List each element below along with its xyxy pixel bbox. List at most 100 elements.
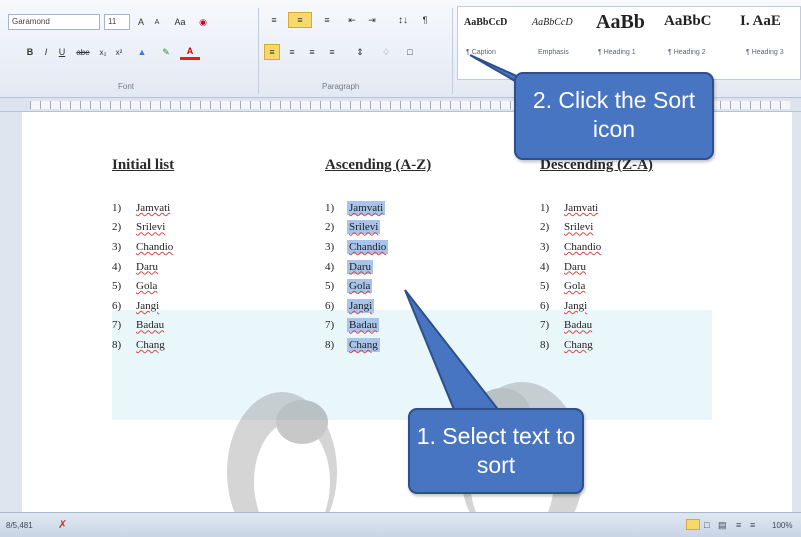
list-item[interactable]: 5) Gola [112, 276, 175, 296]
change-case-button[interactable]: Aa [170, 14, 190, 30]
underline-button[interactable]: U [56, 44, 68, 60]
list-item[interactable]: 4) Daru [325, 257, 431, 277]
list-item-text[interactable]: Gola [134, 279, 159, 293]
document-page[interactable]: Initial list 1) Jamvati 2) Srilevi 3) Chandio… [22, 112, 792, 512]
full-screen-icon[interactable]: □ [704, 520, 709, 530]
list-item-text[interactable]: Srilevi [134, 220, 167, 234]
list-item[interactable]: 1) Jamvati [112, 198, 175, 218]
bold-button[interactable]: B [24, 44, 36, 60]
clear-format-icon[interactable]: ◉ [196, 14, 210, 30]
style-preview-emphasis[interactable]: AaBbCcD [532, 17, 573, 28]
list-item[interactable]: 6) Jangi [112, 296, 175, 316]
callout-text: 1. Select text to sort [416, 423, 576, 478]
list-item-text[interactable]: Jamvati [562, 201, 600, 215]
list-item-text[interactable]: Daru [134, 260, 160, 274]
list-item[interactable]: 3) Chandio [325, 237, 431, 257]
sort-icon[interactable]: ↕↓ [392, 12, 414, 28]
grow-font-button[interactable]: A [134, 14, 148, 30]
borders-icon[interactable]: □ [400, 44, 420, 60]
style-preview-heading1[interactable]: AaBb [596, 11, 645, 34]
shading-icon[interactable]: ♢ [376, 44, 396, 60]
style-preview-heading3[interactable]: I. AaE [740, 13, 781, 30]
list-item-text[interactable]: Chandio [347, 239, 389, 254]
list-item-text[interactable]: Chang [562, 338, 595, 352]
zoom-level[interactable]: 100% [772, 521, 792, 530]
justify-icon[interactable]: ≡ [324, 44, 340, 60]
list-item-text[interactable]: Gola [562, 279, 587, 293]
list-item-text[interactable]: Chang [134, 338, 167, 352]
list-item-text[interactable]: Srilevi [347, 220, 381, 235]
italic-button[interactable]: I [40, 44, 52, 60]
list-item[interactable]: 3) Chandio [112, 237, 175, 257]
strikethrough-button[interactable]: abe [74, 44, 92, 60]
list-item[interactable]: 6) Jangi [325, 296, 431, 316]
font-name-box[interactable]: Garamond [8, 14, 100, 30]
list-item[interactable]: 4) Daru [540, 257, 653, 277]
list-number: 7) [325, 319, 335, 332]
list-item-text[interactable]: Jamvati [347, 200, 386, 215]
list-item-text[interactable]: Jangi [134, 299, 161, 313]
align-right-icon[interactable]: ≡ [304, 44, 320, 60]
decrease-indent-icon[interactable]: ⇤ [344, 12, 360, 28]
list-item[interactable]: 6) Jangi [540, 296, 653, 316]
multilevel-list-icon[interactable]: ≡ [316, 12, 338, 28]
list-item[interactable]: 2) Srilevi [325, 218, 431, 238]
draft-icon[interactable]: ≡ [750, 520, 755, 530]
proofing-icon[interactable]: ✗ [58, 518, 67, 531]
list-item-text[interactable]: Jamvati [134, 201, 172, 215]
list-item[interactable]: 5) Gola [325, 276, 431, 296]
print-layout-icon[interactable] [686, 519, 700, 530]
style-preview-heading2[interactable]: AaBbC [664, 13, 712, 30]
list-number: 3) [112, 240, 122, 253]
list-item[interactable]: 8) Chang [112, 335, 175, 355]
word-count[interactable]: 8/5,481 [6, 521, 33, 530]
list-item-text[interactable]: Jangi [347, 298, 375, 313]
list-item[interactable]: 7) Badau [540, 316, 653, 336]
list-item-text[interactable]: Badau [347, 318, 380, 333]
list-item[interactable]: 1) Jamvati [325, 198, 431, 218]
highlight-color-icon[interactable]: ✎ [156, 44, 176, 60]
list-item-text[interactable]: Daru [347, 259, 373, 274]
increase-indent-icon[interactable]: ⇥ [364, 12, 380, 28]
styles-gallery[interactable]: AaBbCcD ¶ Caption AaBbCcD Emphasis AaBb … [457, 6, 801, 80]
list-item[interactable]: 8) Chang [540, 335, 653, 355]
list-item[interactable]: 7) Badau [325, 316, 431, 336]
list-item-text[interactable]: Daru [562, 260, 588, 274]
font-size-box[interactable]: 11 [104, 14, 130, 30]
line-spacing-icon[interactable]: ⇕ [350, 44, 370, 60]
web-layout-icon[interactable]: ▤ [718, 520, 727, 531]
numbered-list: 1) Jamvati 2) Srilevi 3) Chandio 4) Daru 5) Gola 6… [112, 198, 175, 355]
list-item-text[interactable]: Chandio [134, 240, 175, 254]
shrink-font-button[interactable]: A [150, 14, 164, 30]
font-color-button[interactable]: A [180, 44, 200, 60]
align-left-icon[interactable]: ≡ [264, 44, 280, 60]
list-item[interactable]: 3) Chandio [540, 237, 653, 257]
list-item-text[interactable]: Jangi [562, 299, 589, 313]
list-item-text[interactable]: Srilevi [562, 220, 595, 234]
superscript-button[interactable]: x² [112, 44, 126, 60]
list-item-text[interactable]: Badau [134, 318, 166, 332]
list-item-text[interactable]: Chandio [562, 240, 603, 254]
style-name-heading3: ¶ Heading 3 [746, 49, 784, 56]
align-center-icon[interactable]: ≡ [284, 44, 300, 60]
list-item[interactable]: 1) Jamvati [540, 198, 653, 218]
numbering-icon[interactable]: ≡ [288, 12, 312, 28]
bullets-icon[interactable]: ≡ [264, 12, 284, 28]
list-item[interactable]: 2) Srilevi [112, 218, 175, 238]
subscript-button[interactable]: x₂ [96, 44, 110, 60]
style-preview-caption[interactable]: AaBbCcD [464, 17, 507, 28]
list-item[interactable]: 4) Daru [112, 257, 175, 277]
column-heading: Ascending (A-Z) [325, 157, 432, 173]
column-descending: Descending (Z-A) 1) Jamvati 2) Srilevi 3) Cha… [540, 157, 653, 355]
list-item[interactable]: 5) Gola [540, 276, 653, 296]
outline-icon[interactable]: ≡ [736, 520, 741, 530]
font-group-label: Font [118, 82, 135, 91]
list-item[interactable]: 8) Chang [325, 335, 431, 355]
list-item[interactable]: 2) Srilevi [540, 218, 653, 238]
show-marks-button[interactable]: ¶ [418, 12, 432, 28]
text-effects-icon[interactable]: ▲ [132, 44, 152, 60]
list-item[interactable]: 7) Badau [112, 316, 175, 336]
list-item-text[interactable]: Chang [347, 337, 380, 352]
list-item-text[interactable]: Gola [347, 279, 373, 294]
list-item-text[interactable]: Badau [562, 318, 594, 332]
